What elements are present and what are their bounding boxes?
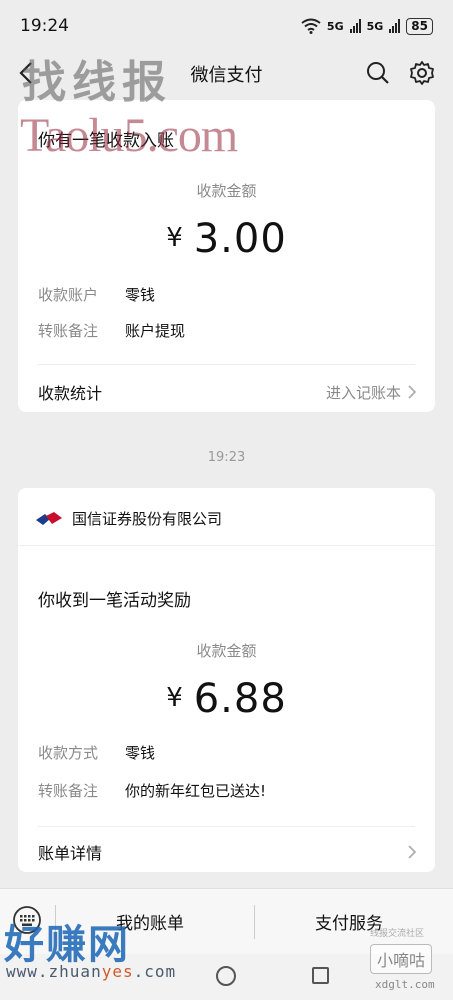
battery-indicator: 85 xyxy=(406,17,433,35)
watermark-taolu: Taolu5.com xyxy=(20,109,238,162)
amount-label: 收款金额 xyxy=(196,642,257,660)
watermark-url-highlight: yes xyxy=(101,962,134,981)
time-separator: 19:23 xyxy=(207,450,246,465)
status-icons: 5G 5G 85 xyxy=(301,17,433,35)
watermark-xdg-top: 线报交流社区 xyxy=(370,929,425,939)
network-label-2: 5G xyxy=(366,19,384,33)
bill-details-label: 账单详情 xyxy=(38,844,103,863)
detail-key: 收款账户 xyxy=(38,286,99,304)
nav-divider xyxy=(254,905,255,939)
detail-value: 零钱 xyxy=(125,744,156,762)
bill-details-row[interactable]: 账单详情 xyxy=(38,840,417,864)
divider xyxy=(38,826,415,827)
status-time: 19:24 xyxy=(20,16,69,36)
currency-symbol: ¥ xyxy=(166,683,184,713)
detail-row: 转账备注 账户提现 xyxy=(38,320,185,341)
currency-symbol: ¥ xyxy=(166,223,184,253)
collection-stats-label: 收款统计 xyxy=(38,384,103,403)
amount-value: ¥3.00 xyxy=(18,216,435,262)
watermark-url: www.zhuanyes.com xyxy=(6,962,176,981)
status-bar: 19:24 5G 5G 85 xyxy=(0,0,453,52)
detail-key: 收款方式 xyxy=(38,744,99,762)
message-title: 你收到一笔活动奖励 xyxy=(38,591,191,611)
amount-number: 3.00 xyxy=(193,216,287,262)
watermark-url-suffix: .com xyxy=(133,962,177,981)
recents-button[interactable] xyxy=(312,967,329,984)
gear-icon[interactable] xyxy=(409,60,435,86)
divider xyxy=(38,364,415,365)
payment-card-2[interactable]: 国信证券股份有限公司 你收到一笔活动奖励 收款金额 ¥6.88 收款方式 零钱 … xyxy=(18,488,435,872)
chevron-right-icon xyxy=(408,385,417,399)
amount-label: 收款金额 xyxy=(196,182,257,200)
detail-key: 转账备注 xyxy=(38,322,99,340)
collection-stats-row[interactable]: 收款统计 进入记账本 xyxy=(38,380,417,404)
watermark-xiaodigu: 小嘀咕 xyxy=(370,944,433,974)
company-name: 国信证券股份有限公司 xyxy=(72,510,223,528)
amount-value: ¥6.88 xyxy=(18,676,435,722)
detail-value: 你的新年红包已送达! xyxy=(125,782,267,800)
chevron-right-icon xyxy=(408,845,417,859)
watermark-zhaoxianbao: 找线报 xyxy=(22,57,172,108)
wifi-icon xyxy=(301,18,321,34)
signal-icon-2 xyxy=(389,19,401,33)
home-button[interactable] xyxy=(216,966,236,986)
guosen-logo-icon xyxy=(36,511,62,525)
search-icon[interactable] xyxy=(365,60,391,86)
watermark-xdg-url: xdglt.com xyxy=(375,978,435,991)
detail-key: 转账备注 xyxy=(38,782,99,800)
detail-row: 收款方式 零钱 xyxy=(38,742,155,763)
watermark-url-prefix: www.zhuan xyxy=(6,962,102,981)
amount-number: 6.88 xyxy=(193,676,287,722)
signal-icon-1 xyxy=(349,19,361,33)
company-header: 国信证券股份有限公司 xyxy=(36,508,222,529)
network-label-1: 5G xyxy=(326,19,344,33)
divider xyxy=(18,545,435,546)
detail-row: 收款账户 零钱 xyxy=(38,284,155,305)
detail-value: 账户提现 xyxy=(125,322,186,340)
page-title: 微信支付 xyxy=(190,65,263,86)
ledger-link[interactable]: 进入记账本 xyxy=(326,382,417,403)
detail-value: 零钱 xyxy=(125,286,156,304)
detail-row: 转账备注 你的新年红包已送达! xyxy=(38,780,266,801)
ledger-link-label: 进入记账本 xyxy=(325,383,401,402)
